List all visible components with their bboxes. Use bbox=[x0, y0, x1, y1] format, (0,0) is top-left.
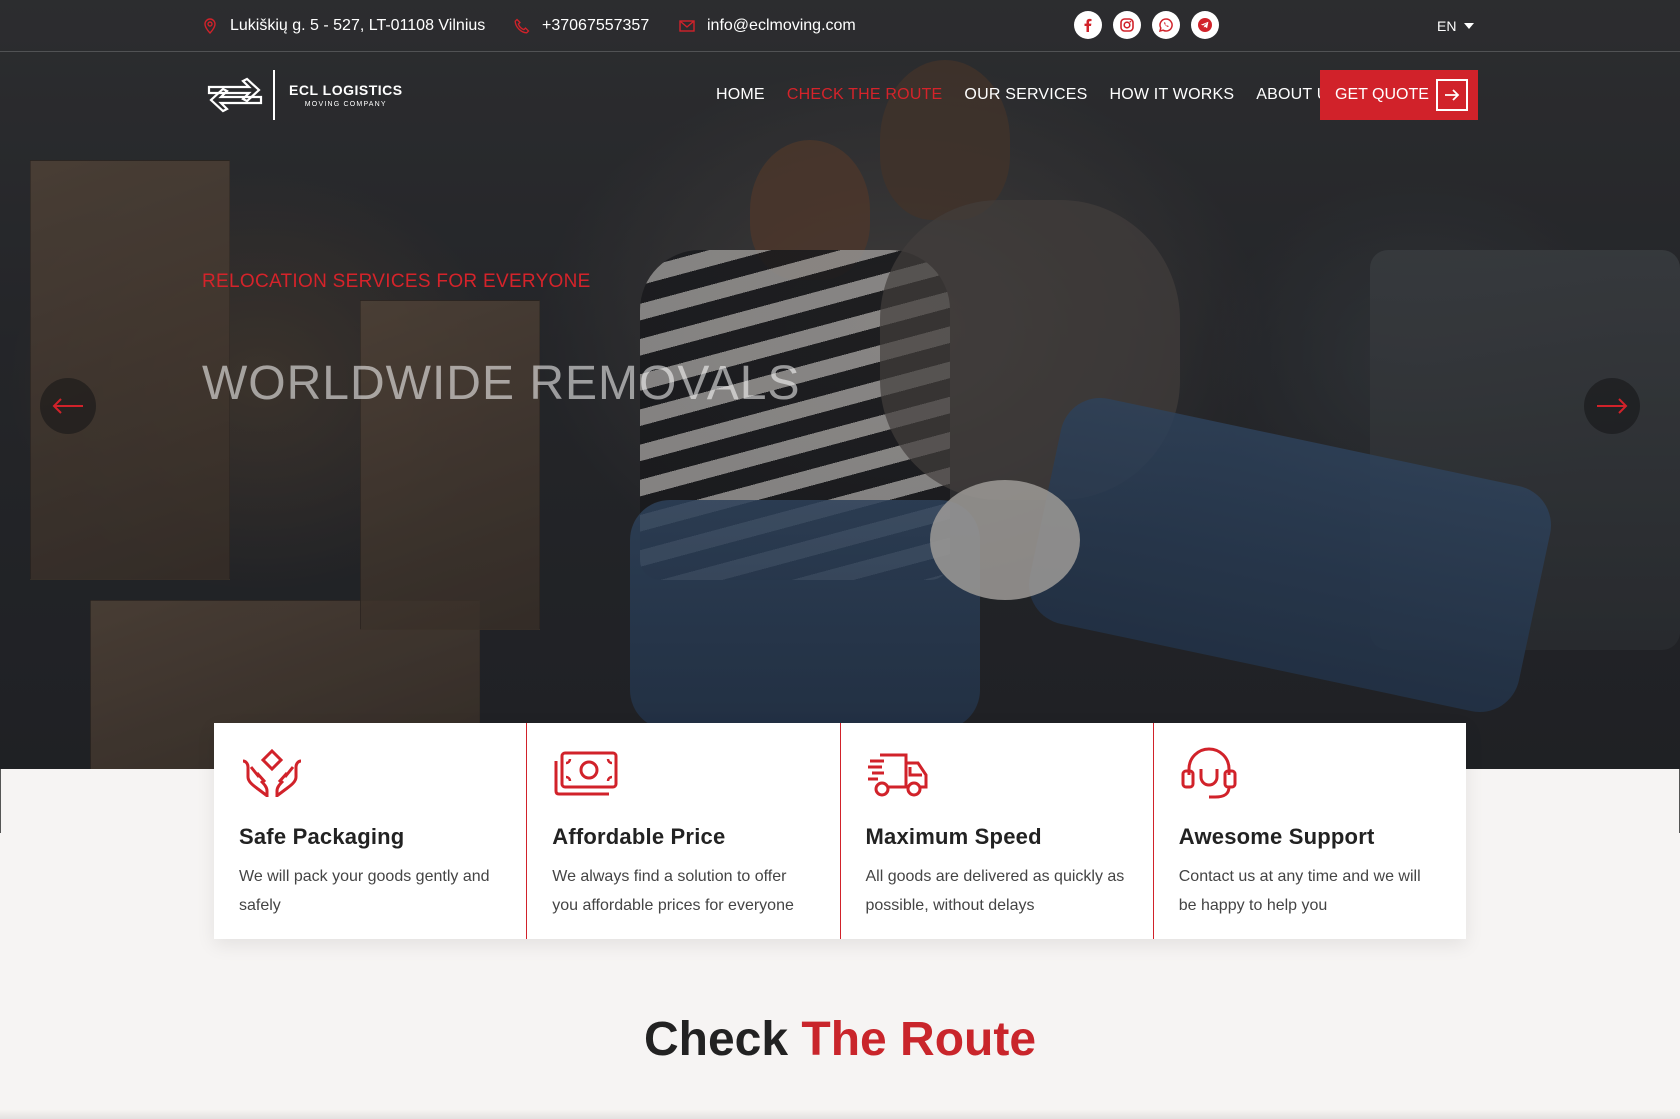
feature-affordable-price: Affordable Price We always find a soluti… bbox=[527, 723, 841, 939]
feature-description: All goods are delivered as quickly as po… bbox=[865, 868, 1125, 914]
feature-description: We always find a solution to offer you a… bbox=[552, 868, 794, 914]
whatsapp-icon[interactable] bbox=[1152, 11, 1180, 39]
nav-check-the-route[interactable]: CHECK THE ROUTE bbox=[787, 86, 943, 104]
address-text: Lukiškių g. 5 - 527, LT-01108 Vilnius bbox=[230, 17, 486, 34]
address-info: Lukiškių g. 5 - 527, LT-01108 Vilnius bbox=[202, 17, 485, 35]
feature-maximum-speed: Maximum Speed All goods are delivered as… bbox=[841, 723, 1154, 939]
email-info[interactable]: info@eclmoving.com bbox=[679, 17, 856, 35]
bottom-shadow bbox=[0, 1109, 1680, 1119]
arrow-left-icon bbox=[52, 398, 83, 414]
headset-icon bbox=[1181, 747, 1237, 799]
feature-safe-packaging: Safe Packaging We will pack your goods g… bbox=[214, 723, 528, 939]
brand-logo[interactable]: ECL LOGISTICS MOVING COMPANY bbox=[207, 70, 403, 120]
language-label[interactable]: EN bbox=[1437, 18, 1456, 34]
language-selector[interactable]: EN bbox=[1437, 18, 1475, 34]
features-strip: Safe Packaging We will pack your goods g… bbox=[214, 723, 1466, 939]
caret-down-icon bbox=[1464, 23, 1475, 29]
phone-text[interactable]: +37067557357 bbox=[542, 17, 649, 35]
feature-title: Affordable Price bbox=[552, 824, 726, 849]
logo-wordmark: ECL LOGISTICS MOVING COMPANY bbox=[273, 70, 403, 120]
feature-awesome-support: Awesome Support Contact us at any time a… bbox=[1154, 723, 1466, 939]
feature-title: Awesome Support bbox=[1178, 824, 1375, 849]
section-title-plain: Check bbox=[643, 1013, 789, 1066]
phone-info[interactable]: +37067557357 bbox=[514, 17, 649, 35]
divider bbox=[0, 769, 1, 833]
feature-description: We will pack your goods gently and safel… bbox=[239, 868, 490, 914]
arrow-right-icon bbox=[1597, 398, 1628, 414]
hero-title: WORLDWIDE REMOVALS bbox=[202, 357, 801, 410]
get-quote-button[interactable]: GET QUOTE bbox=[1320, 70, 1478, 120]
email-text[interactable]: info@eclmoving.com bbox=[707, 17, 856, 35]
telegram-icon[interactable] bbox=[1191, 11, 1219, 39]
logo-arrows-icon bbox=[207, 77, 263, 113]
nav-home[interactable]: HOME bbox=[716, 86, 765, 104]
location-pin-icon bbox=[204, 18, 216, 34]
social-links bbox=[1074, 11, 1219, 39]
nav-how-it-works[interactable]: HOW IT WORKS bbox=[1109, 86, 1234, 104]
hands-diamond-icon bbox=[242, 748, 302, 797]
brand-tagline: MOVING COMPANY bbox=[304, 101, 387, 108]
envelope-icon bbox=[679, 20, 695, 32]
hero-section: Lukiškių g. 5 - 527, LT-01108 Vilnius +3… bbox=[0, 0, 1680, 769]
slider-next-button[interactable] bbox=[1584, 378, 1640, 434]
get-quote-label[interactable]: GET QUOTE bbox=[1335, 86, 1429, 104]
slider-prev-button[interactable] bbox=[40, 378, 96, 434]
phone-icon bbox=[514, 18, 530, 34]
hero-kicker: RELOCATION SERVICES FOR EVERYONE bbox=[202, 271, 591, 292]
top-bar: Lukiškių g. 5 - 527, LT-01108 Vilnius +3… bbox=[0, 0, 1680, 52]
arrow-right-icon bbox=[1436, 79, 1468, 111]
nav-our-services[interactable]: OUR SERVICES bbox=[964, 86, 1087, 104]
brand-name: ECL LOGISTICS bbox=[289, 82, 403, 98]
feature-title: Maximum Speed bbox=[865, 824, 1042, 849]
feature-description: Contact us at any time and we will be ha… bbox=[1178, 868, 1421, 914]
main-nav: HOME CHECK THE ROUTE OUR SERVICES HOW IT… bbox=[716, 86, 1339, 104]
money-icon bbox=[554, 751, 618, 796]
facebook-icon[interactable] bbox=[1074, 11, 1102, 39]
section-title-accent: The Route bbox=[801, 1013, 1037, 1066]
truck-icon bbox=[867, 753, 927, 797]
section-title: Check The Route bbox=[0, 1012, 1680, 1067]
instagram-icon[interactable] bbox=[1113, 11, 1141, 39]
feature-title: Safe Packaging bbox=[239, 824, 405, 849]
